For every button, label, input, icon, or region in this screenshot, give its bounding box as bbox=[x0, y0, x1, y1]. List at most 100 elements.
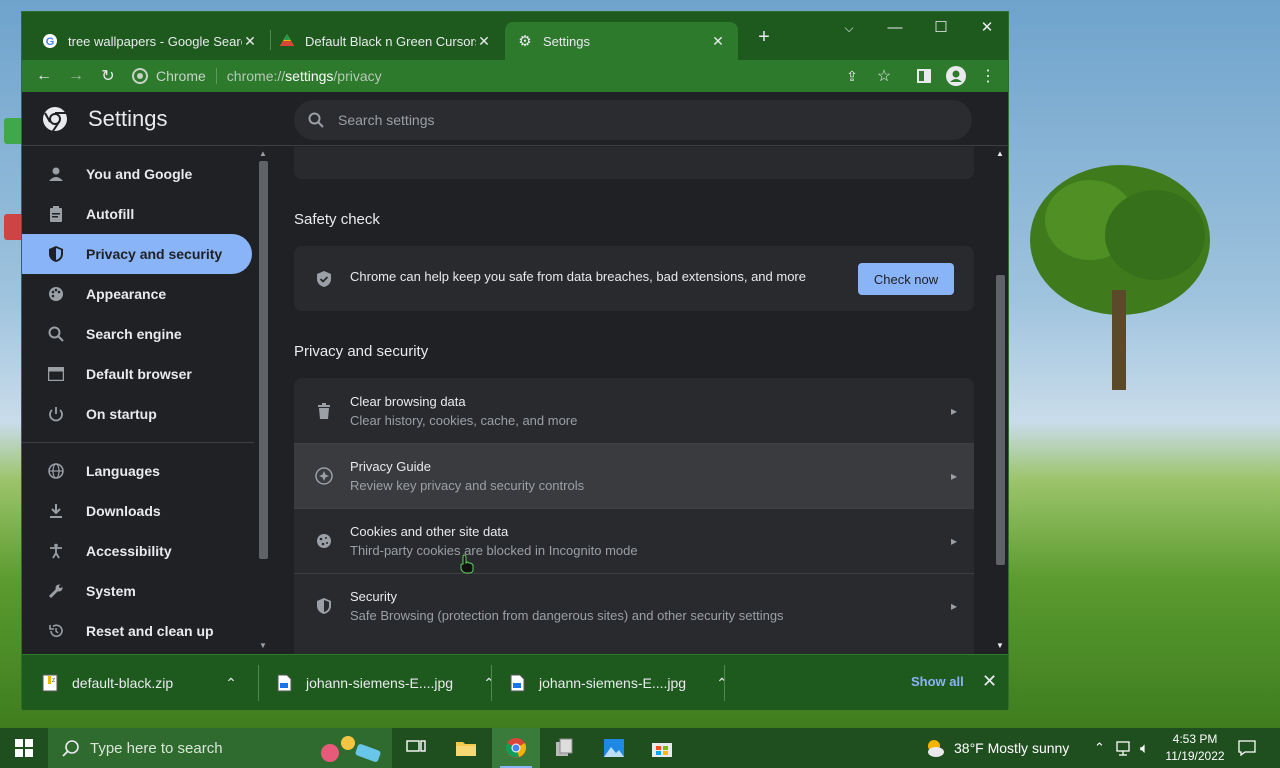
sidebar-divider bbox=[22, 442, 254, 443]
download-separator bbox=[724, 665, 725, 701]
sidebar-item-default-browser[interactable]: Default browser bbox=[22, 354, 252, 394]
close-icon[interactable]: ✕ bbox=[982, 671, 997, 692]
sidebar-scroll-thumb[interactable] bbox=[259, 161, 268, 559]
sidebar-item-appearance[interactable]: Appearance bbox=[22, 274, 252, 314]
task-view-icon[interactable] bbox=[392, 728, 440, 768]
chevron-up-icon[interactable]: ⌃ bbox=[483, 675, 495, 692]
compass-icon bbox=[314, 466, 334, 486]
taskbar-search[interactable]: Type here to search bbox=[48, 728, 392, 768]
sidebar-item-reset-and-clean-up[interactable]: Reset and clean up bbox=[22, 611, 252, 651]
sidebar-item-system[interactable]: System bbox=[22, 571, 252, 611]
tab-settings[interactable]: ⚙ Settings ✕ bbox=[505, 22, 738, 60]
shield-check-icon bbox=[314, 269, 334, 289]
maximize-button[interactable]: ☐ bbox=[918, 16, 964, 40]
download-item[interactable]: johann-siemens-E....jpg ⌃ bbox=[509, 665, 728, 701]
cookies-row[interactable]: Cookies and other site data Third-party … bbox=[294, 508, 974, 573]
sidebar-item-downloads[interactable]: Downloads bbox=[22, 491, 252, 531]
sidebar-item-label: You and Google bbox=[86, 166, 193, 182]
check-now-button[interactable]: Check now bbox=[858, 263, 954, 295]
scroll-up-arrow-icon[interactable]: ▲ bbox=[996, 149, 1004, 158]
forward-icon[interactable]: → bbox=[64, 64, 88, 88]
file-explorer-icon[interactable] bbox=[442, 728, 490, 768]
scroll-down-arrow-icon[interactable]: ▼ bbox=[259, 641, 267, 650]
chevron-up-icon[interactable]: ⌃ bbox=[716, 675, 728, 692]
site-chip-label: Chrome bbox=[156, 68, 206, 84]
profile-icon[interactable] bbox=[944, 64, 968, 88]
search-icon bbox=[308, 112, 324, 128]
chevron-right-icon: ▸ bbox=[950, 469, 958, 483]
notifications-icon[interactable] bbox=[1238, 728, 1256, 768]
photos-icon[interactable] bbox=[590, 728, 638, 768]
image-file-icon bbox=[510, 674, 525, 692]
close-window-button[interactable]: ✕ bbox=[964, 16, 1010, 40]
row-subtitle: Clear history, cookies, cache, and more bbox=[350, 412, 578, 428]
row-subtitle: Third-party cookies are blocked in Incog… bbox=[350, 543, 638, 558]
store-icon[interactable] bbox=[638, 728, 686, 768]
sidebar-item-label: Search engine bbox=[86, 326, 182, 342]
person-icon bbox=[46, 164, 66, 184]
main-scrollbar[interactable]: ▲ ▼ bbox=[992, 147, 1008, 654]
minimize-button[interactable]: — bbox=[872, 16, 918, 40]
sidebar-item-languages[interactable]: Languages bbox=[22, 451, 252, 491]
sidebar-item-autofill[interactable]: Autofill bbox=[22, 194, 252, 234]
weather-widget[interactable]: 38°F Mostly sunny bbox=[924, 728, 1069, 768]
windows-taskbar: Type here to search 38°F Mostly sunny ⌃ … bbox=[0, 728, 1280, 768]
security-row[interactable]: Security Safe Browsing (protection from … bbox=[294, 573, 974, 638]
tab-title: tree wallpapers - Google Search bbox=[68, 33, 242, 49]
show-all-button[interactable]: Show all bbox=[911, 674, 964, 689]
cookie-icon bbox=[314, 531, 334, 551]
scroll-down-arrow-icon[interactable]: ▼ bbox=[996, 641, 1004, 650]
sidebar-item-accessibility[interactable]: Accessibility bbox=[22, 531, 252, 571]
new-tab-button[interactable]: + bbox=[752, 26, 776, 50]
sidebar-item-on-startup[interactable]: On startup bbox=[22, 394, 252, 434]
show-hidden-icons[interactable]: ⌃ bbox=[1094, 728, 1105, 768]
clear-browsing-data-row[interactable]: Clear browsing data Clear history, cooki… bbox=[294, 378, 974, 443]
tab-google-search[interactable]: G tree wallpapers - Google Search ✕ bbox=[30, 22, 270, 60]
site-info-chip[interactable]: Chrome bbox=[132, 68, 217, 84]
chrome-taskbar-icon[interactable] bbox=[492, 728, 540, 768]
sidebar-item-you-and-google[interactable]: You and Google bbox=[22, 154, 252, 194]
sidebar-item-search-engine[interactable]: Search engine bbox=[22, 314, 252, 354]
start-button[interactable] bbox=[0, 728, 48, 768]
close-icon[interactable]: ✕ bbox=[242, 33, 258, 49]
main-scroll-thumb[interactable] bbox=[996, 275, 1005, 565]
download-name: default-black.zip bbox=[72, 675, 174, 691]
row-subtitle: Review key privacy and security controls bbox=[350, 478, 585, 493]
reload-icon[interactable]: ↻ bbox=[96, 64, 120, 88]
download-item[interactable]: johann-siemens-E....jpg ⌃ bbox=[276, 665, 495, 701]
tab-search-chevron-icon[interactable]: ⌵ bbox=[826, 16, 872, 40]
close-icon[interactable]: ✕ bbox=[476, 33, 492, 49]
privacy-guide-row[interactable]: Privacy Guide Review key privacy and sec… bbox=[294, 443, 974, 508]
volume-icon[interactable]: 🔈︎ bbox=[1140, 728, 1149, 768]
sidebar-item-label: Appearance bbox=[86, 286, 167, 302]
taskbar-clock[interactable]: 4:53 PM 11/19/2022 bbox=[1160, 731, 1230, 765]
download-item[interactable]: Z default-black.zip ⌃ bbox=[42, 665, 237, 701]
row-subtitle: Safe Browsing (protection from dangerous… bbox=[350, 608, 784, 623]
address-bar[interactable]: Chrome chrome://settings/privacy bbox=[132, 62, 902, 90]
privacy-card: Clear browsing data Clear history, cooki… bbox=[294, 378, 974, 654]
chrome-icon bbox=[132, 68, 148, 84]
partly-sunny-icon bbox=[928, 740, 944, 757]
settings-search[interactable] bbox=[294, 100, 972, 140]
sidebar-item-privacy-and-security[interactable]: Privacy and security bbox=[22, 234, 252, 274]
row-title: Security bbox=[350, 589, 397, 604]
share-icon[interactable]: ⇪ bbox=[840, 64, 864, 88]
app-taskbar-icon[interactable] bbox=[540, 728, 588, 768]
sidebar-scrollbar[interactable]: ▲ ▼ bbox=[256, 147, 270, 654]
download-separator bbox=[491, 665, 492, 701]
chrome-logo-icon bbox=[43, 107, 67, 132]
network-icon[interactable] bbox=[1116, 728, 1134, 768]
scroll-up-arrow-icon[interactable]: ▲ bbox=[259, 149, 267, 158]
close-icon[interactable]: ✕ bbox=[710, 33, 726, 49]
back-icon[interactable]: ← bbox=[32, 64, 56, 88]
svg-text:Z: Z bbox=[52, 678, 55, 684]
menu-kebab-icon[interactable]: ⋮ bbox=[976, 64, 1000, 88]
search-input[interactable] bbox=[338, 112, 938, 128]
chevron-up-icon[interactable]: ⌃ bbox=[225, 675, 237, 692]
side-panel-icon[interactable] bbox=[912, 64, 936, 88]
settings-sidebar: You and Google Autofill Privacy and secu… bbox=[22, 147, 256, 654]
shield-icon bbox=[46, 244, 66, 264]
power-icon bbox=[46, 404, 66, 424]
bookmark-star-icon[interactable]: ☆ bbox=[872, 64, 896, 88]
tab-cursors[interactable]: Default Black n Green Cursors ✕ bbox=[267, 22, 504, 60]
